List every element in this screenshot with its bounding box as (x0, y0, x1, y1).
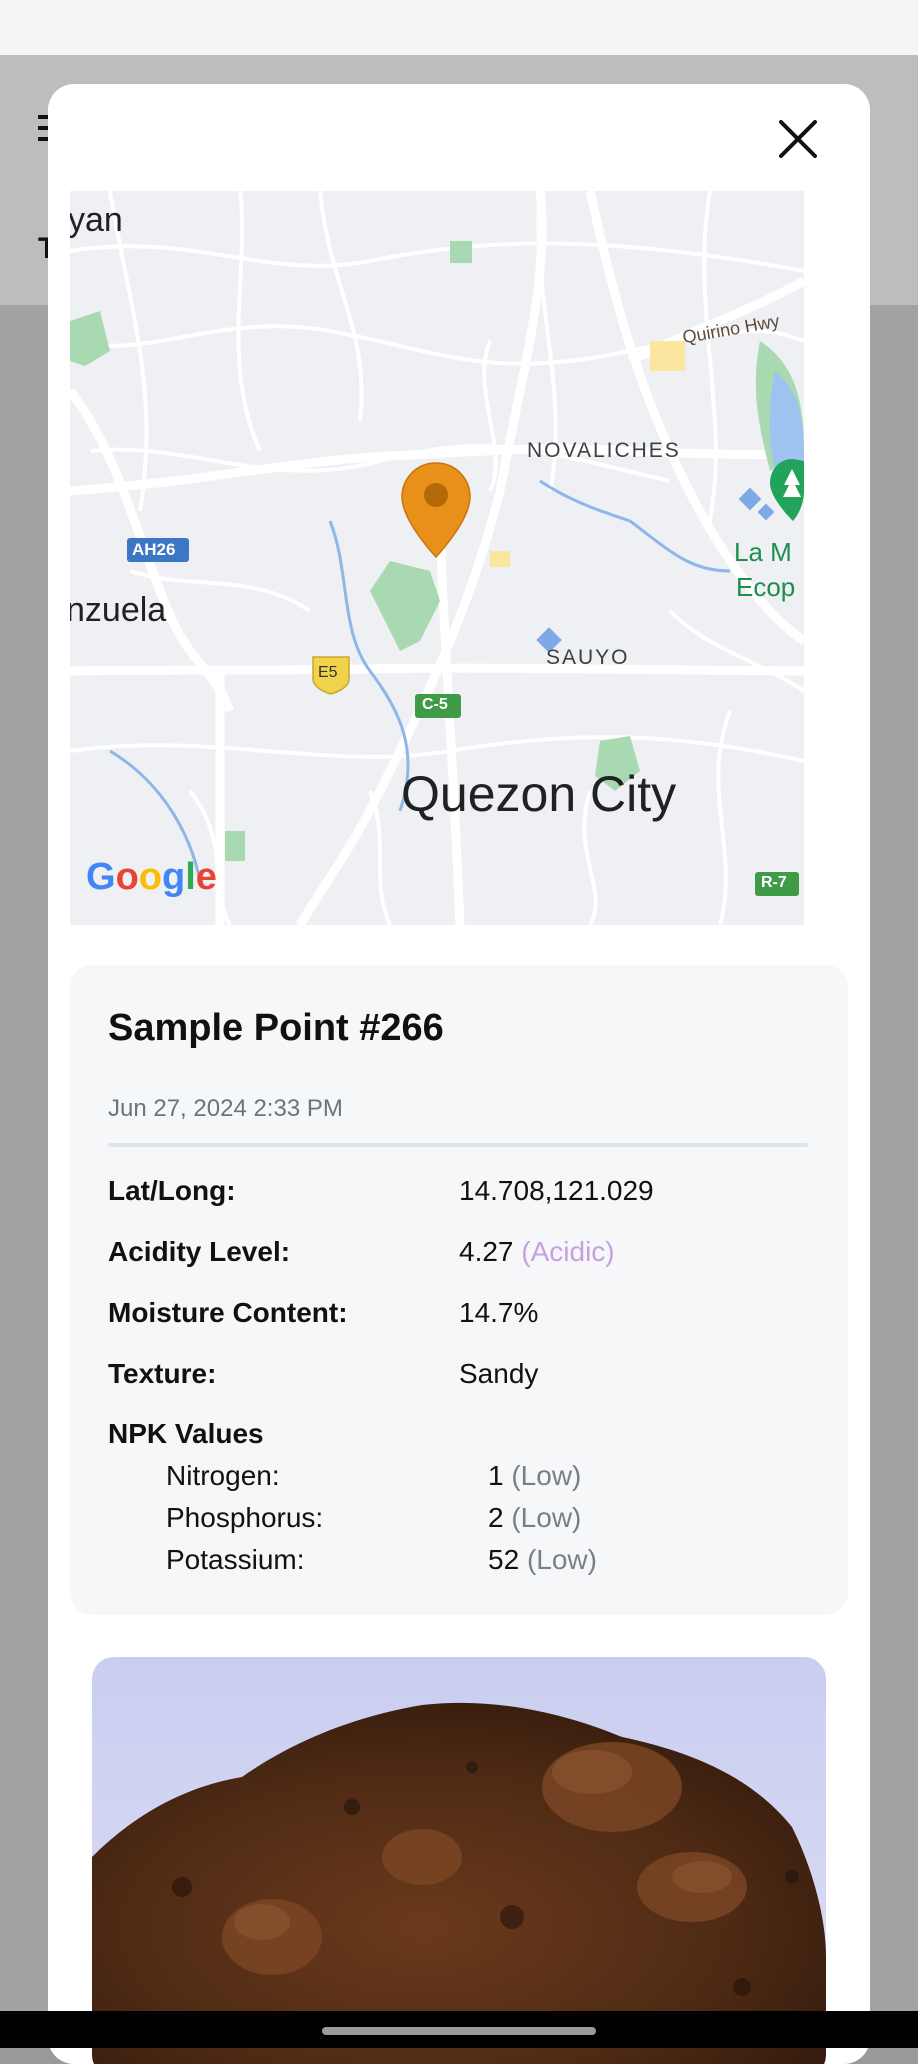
map-label-c5: C-5 (422, 696, 448, 713)
phosphorus-row: 2 (Low) (488, 1502, 581, 1534)
sample-detail-modal: yan Quirino Hwy NOVALICHES AH26 nzuela L… (48, 84, 870, 2064)
close-icon[interactable] (773, 114, 823, 164)
google-logo: Google (86, 856, 217, 898)
soil-sample-photo[interactable] (92, 1657, 826, 2064)
texture-value: Sandy (459, 1358, 539, 1389)
acidity-class: (Acidic) (521, 1236, 615, 1267)
map-label-top-left: yan (70, 201, 123, 239)
phosphorus-label: Phosphorus: (166, 1502, 324, 1533)
sample-title: Sample Point #266 (108, 1007, 444, 1049)
potassium-level: (Low) (526, 1544, 597, 1575)
moisture-label: Moisture Content: (108, 1297, 348, 1328)
nitrogen-level: (Low) (511, 1460, 582, 1491)
map-label-quezon-city: Quezon City (401, 766, 677, 822)
sample-info-card: Sample Point #266 Jun 27, 2024 2:33 PM L… (70, 965, 848, 1615)
acidity-value: 4.27 (459, 1236, 514, 1267)
divider (108, 1143, 808, 1147)
latlong-value: 14.708,121.029 (459, 1175, 654, 1206)
map-label-sauyo: SAUYO (546, 646, 630, 669)
latlong-label: Lat/Long: (108, 1175, 236, 1206)
potassium-row: 52 (Low) (488, 1544, 597, 1576)
nitrogen-value: 1 (488, 1460, 504, 1491)
location-map[interactable]: yan Quirino Hwy NOVALICHES AH26 nzuela L… (70, 191, 804, 925)
status-bar (0, 0, 918, 55)
phosphorus-level: (Low) (511, 1502, 582, 1533)
nitrogen-label: Nitrogen: (166, 1460, 280, 1491)
acidity-label: Acidity Level: (108, 1236, 291, 1267)
potassium-label: Potassium: (166, 1544, 305, 1575)
map-label-city-left: nzuela (70, 591, 167, 629)
home-gesture-handle[interactable] (322, 2027, 596, 2035)
map-label-e5: E5 (318, 664, 338, 681)
map-label-novaliches: NOVALICHES (527, 439, 681, 462)
acidity-row: 4.27 (Acidic) (459, 1236, 615, 1268)
map-label-ah26: AH26 (132, 540, 176, 559)
phosphorus-value: 2 (488, 1502, 504, 1533)
texture-label: Texture: (108, 1358, 217, 1389)
moisture-value: 14.7% (459, 1297, 539, 1328)
nitrogen-row: 1 (Low) (488, 1460, 581, 1492)
map-label-r7: R-7 (761, 874, 787, 891)
close-button[interactable] (773, 114, 823, 164)
npk-heading: NPK Values (108, 1418, 264, 1449)
map-label-park: La M (734, 537, 792, 567)
potassium-value: 52 (488, 1544, 520, 1575)
map-label-park-line2: Ecop (736, 572, 796, 602)
sample-date: Jun 27, 2024 2:33 PM (108, 1095, 343, 1122)
